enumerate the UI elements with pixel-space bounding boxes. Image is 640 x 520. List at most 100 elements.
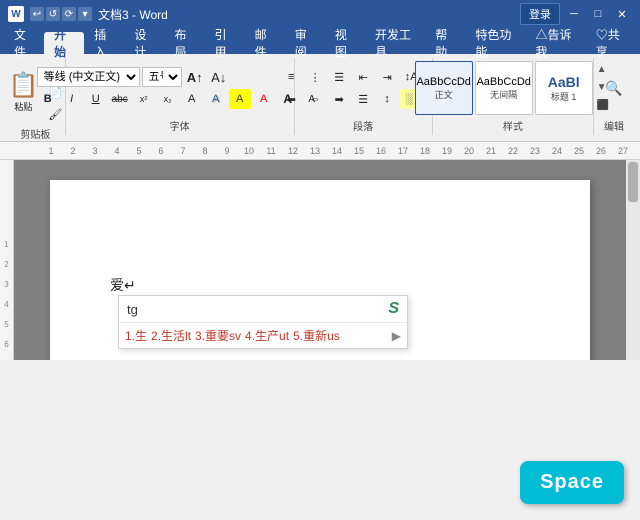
italic-button[interactable]: I xyxy=(61,89,83,109)
horizontal-ruler: 1 2 3 4 5 6 7 8 9 10 11 12 13 14 15 16 1… xyxy=(0,142,640,160)
increase-font-button[interactable]: A↑ xyxy=(184,67,206,87)
autocomplete-popup[interactable]: tg S 1.生 2.生活lt 3.重要sv 4.生产ut 5.重新us ▶ xyxy=(118,295,408,349)
suggestion-4[interactable]: 4.生产ut xyxy=(245,327,289,344)
font-label: 字体 xyxy=(170,116,190,133)
text-effect-button[interactable]: A xyxy=(205,89,227,109)
line-spacing-button[interactable]: ↕ xyxy=(376,89,398,109)
ruler-mark: 14 xyxy=(326,146,348,156)
ruler-mark: 2 xyxy=(62,146,84,156)
align-left-button[interactable]: ⬅ xyxy=(280,89,302,109)
tab-share[interactable]: ♡共享 xyxy=(586,32,636,54)
window-title: 文档3 - Word xyxy=(98,6,168,23)
space-button[interactable]: Space xyxy=(520,461,624,504)
bold-button[interactable]: B xyxy=(37,89,59,109)
paste-icon: 📋 xyxy=(8,71,38,100)
styles-group: AaBbCcDd 正文 AaBbCcDd 无间隔 AaBl 标题 1 ▲ ▼ ⬛ xyxy=(433,58,594,135)
clear-format-button[interactable]: A xyxy=(181,89,203,109)
style-no-spacing-preview: AaBbCcDd xyxy=(476,76,530,88)
tab-mailings[interactable]: 邮件 xyxy=(245,32,285,54)
decrease-indent-button[interactable]: ⇤ xyxy=(352,67,374,87)
font-size-select[interactable]: 五号 xyxy=(142,67,182,87)
tab-review[interactable]: 审阅 xyxy=(285,32,325,54)
quick-access-toolbar[interactable]: ↩ ↺ ⟳ ▾ xyxy=(30,7,92,21)
suggestion-3[interactable]: 3.重要sv xyxy=(195,327,241,344)
font-color-button[interactable]: A xyxy=(253,89,275,109)
tab-design[interactable]: 设计 xyxy=(124,32,164,54)
search-button[interactable]: 🔍 xyxy=(602,76,626,100)
ruler-mark: 3 xyxy=(84,146,106,156)
font-family-select[interactable]: 等线 (中文正文) xyxy=(37,67,140,87)
ruler-mark: 19 xyxy=(436,146,458,156)
ruler-mark: 26 xyxy=(590,146,612,156)
tab-references[interactable]: 引用 xyxy=(205,32,245,54)
style-normal-preview: AaBbCcDd xyxy=(416,76,470,88)
style-normal-label: 正文 xyxy=(435,88,453,101)
highlight-button[interactable]: A xyxy=(229,89,251,109)
vertical-scrollbar[interactable] xyxy=(626,160,640,360)
ruler-mark: 17 xyxy=(392,146,414,156)
outline-button[interactable]: ☰ xyxy=(328,67,350,87)
autocomplete-input-row: tg S xyxy=(119,296,407,323)
ruler-mark: 23 xyxy=(524,146,546,156)
justify-button[interactable]: ☰ xyxy=(352,89,374,109)
document-area[interactable]: 1 2 3 4 5 6 爱↵ tg S 1.生 2.生活lt 3.重要sv 4.… xyxy=(0,160,640,360)
tab-layout[interactable]: 布局 xyxy=(164,32,204,54)
tab-insert[interactable]: 插入 xyxy=(84,32,124,54)
ruler-mark: 20 xyxy=(458,146,480,156)
style-heading1[interactable]: AaBl 标题 1 xyxy=(535,61,593,115)
redo-button[interactable]: ↺ xyxy=(46,7,60,21)
align-right-button[interactable]: ➡ xyxy=(328,89,350,109)
style-normal[interactable]: AaBbCcDd 正文 xyxy=(415,61,473,115)
tab-help[interactable]: 帮助 xyxy=(425,32,465,54)
styles-label: 样式 xyxy=(503,116,523,133)
tab-features[interactable]: 特色功能 xyxy=(465,32,525,54)
suggestion-more-button[interactable]: ▶ xyxy=(392,329,401,343)
strikethrough-button[interactable]: abc xyxy=(109,89,131,109)
tab-developer[interactable]: 开发工具 xyxy=(365,32,425,54)
superscript-button[interactable]: x² xyxy=(133,89,155,109)
ruler-mark: 10 xyxy=(238,146,260,156)
clipboard-label: 剪贴板 xyxy=(20,124,50,141)
style-heading1-label: 标题 1 xyxy=(551,90,577,103)
underline-button[interactable]: U xyxy=(85,89,107,109)
increase-indent-button[interactable]: ⇥ xyxy=(376,67,398,87)
align-center-button[interactable]: ⇔ xyxy=(304,89,326,109)
tab-tell-me[interactable]: △告诉我 xyxy=(526,32,586,54)
ruler-mark: 25 xyxy=(568,146,590,156)
app-logo: W xyxy=(8,6,24,22)
scrollbar-thumb[interactable] xyxy=(628,162,638,202)
suggestion-1[interactable]: 1.生 xyxy=(125,327,147,344)
title-bar-left: W ↩ ↺ ⟳ ▾ 文档3 - Word xyxy=(8,6,168,23)
numbering-button[interactable]: ⋮ xyxy=(304,67,326,87)
editing-label: 编辑 xyxy=(604,116,624,133)
bullets-button[interactable]: ≡ xyxy=(280,67,302,87)
ruler-num: 1 xyxy=(4,240,8,260)
ruler-mark: 5 xyxy=(128,146,150,156)
subscript-button[interactable]: x₂ xyxy=(157,89,179,109)
style-no-spacing[interactable]: AaBbCcDd 无间隔 xyxy=(475,61,533,115)
undo-button[interactable]: ↩ xyxy=(30,7,44,21)
document-page[interactable]: 爱↵ tg S 1.生 2.生活lt 3.重要sv 4.生产ut 5.重新us … xyxy=(50,180,590,360)
close-button[interactable]: ✕ xyxy=(612,5,632,23)
login-button[interactable]: 登录 xyxy=(520,3,560,25)
autosave-button[interactable]: ⟳ xyxy=(62,7,76,21)
ribbon: 📋 粘贴 ✂ 📄 🖌 剪贴板 等线 (中文正文) 五号 xyxy=(0,54,640,142)
ruler-mark: 28 xyxy=(634,146,640,156)
customize-button[interactable]: ▾ xyxy=(78,7,92,21)
autocomplete-suggestions: 1.生 2.生活lt 3.重要sv 4.生产ut 5.重新us ▶ xyxy=(119,323,407,348)
suggestion-2[interactable]: 2.生活lt xyxy=(151,327,191,344)
ruler-mark: 18 xyxy=(414,146,436,156)
editing-content: 🔍 xyxy=(602,60,626,116)
ruler-num: 5 xyxy=(4,320,8,340)
maximize-button[interactable]: □ xyxy=(588,5,608,23)
tab-home[interactable]: 开始 xyxy=(44,32,84,54)
tab-view[interactable]: 视图 xyxy=(325,32,365,54)
tab-file[interactable]: 文件 xyxy=(4,32,44,54)
minimize-button[interactable]: ─ xyxy=(564,5,584,23)
title-bar-right: 登录 ─ □ ✕ xyxy=(520,3,632,25)
ruler-mark: 24 xyxy=(546,146,568,156)
decrease-font-button[interactable]: A↓ xyxy=(208,67,230,87)
sogou-logo: S xyxy=(388,300,399,318)
style-no-spacing-label: 无间隔 xyxy=(490,88,517,101)
suggestion-5[interactable]: 5.重新us xyxy=(293,327,340,344)
